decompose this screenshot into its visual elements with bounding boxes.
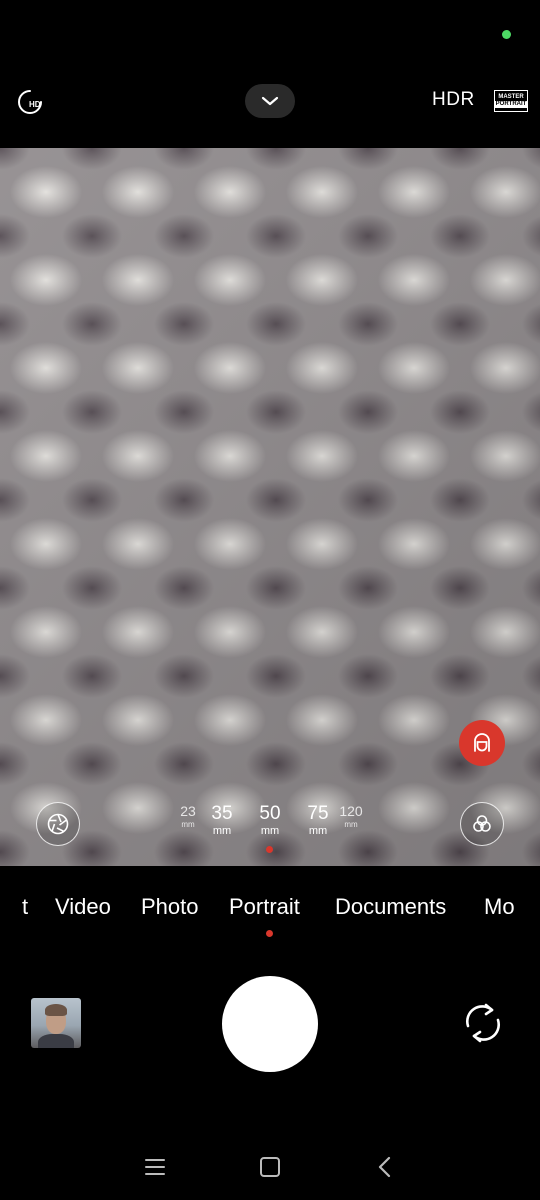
menu-icon[interactable]	[142, 1154, 168, 1180]
face-beauty-icon	[474, 733, 490, 752]
mode-portrait[interactable]: Portrait	[229, 894, 300, 920]
face-beauty-button[interactable]	[459, 720, 505, 766]
privacy-indicator-dot	[502, 30, 511, 39]
switch-camera-icon	[466, 1003, 500, 1043]
master-label: MASTER	[498, 94, 524, 100]
thumbnail-subject-body	[38, 1034, 74, 1048]
aperture-button[interactable]	[36, 802, 80, 846]
hd-label: HD	[29, 100, 41, 109]
focal-selected-indicator	[266, 846, 273, 853]
master-portrait-button[interactable]: MASTER PORTRAIT	[493, 90, 529, 112]
gallery-thumbnail[interactable]	[31, 998, 81, 1048]
focal-23mm-option[interactable]: 23 mm	[178, 804, 198, 829]
focal-120mm-option[interactable]: 120 mm	[339, 804, 363, 829]
viewfinder-shade	[0, 148, 540, 866]
hd-timer-icon[interactable]: HD	[16, 88, 44, 116]
shutter-button[interactable]	[222, 976, 318, 1072]
mode-partial-right[interactable]: Mo	[484, 894, 518, 920]
home-icon[interactable]	[257, 1154, 283, 1180]
camera-viewfinder[interactable]	[0, 148, 540, 866]
back-icon[interactable]	[372, 1154, 398, 1180]
filters-button[interactable]	[460, 802, 504, 846]
mode-photo[interactable]: Photo	[141, 894, 199, 920]
more-settings-button[interactable]	[245, 84, 295, 118]
mode-documents[interactable]: Documents	[335, 894, 446, 920]
focal-50mm-option[interactable]: 50 mm	[254, 804, 286, 837]
focal-35mm-option[interactable]: 35 mm	[206, 804, 238, 837]
portrait-label: PORTRAIT	[493, 101, 529, 108]
aperture-icon	[47, 813, 69, 835]
switch-camera-button[interactable]	[460, 1000, 506, 1046]
mode-video[interactable]: Video	[55, 894, 111, 920]
focal-75mm-option[interactable]: 75 mm	[302, 804, 334, 837]
mode-partial-left[interactable]: t	[22, 894, 28, 920]
hdr-button[interactable]: HDR	[432, 89, 475, 111]
mode-selected-indicator	[266, 930, 273, 937]
chevron-down-icon	[261, 96, 279, 106]
thumbnail-subject-hair	[45, 1004, 67, 1016]
filters-icon	[473, 815, 491, 832]
